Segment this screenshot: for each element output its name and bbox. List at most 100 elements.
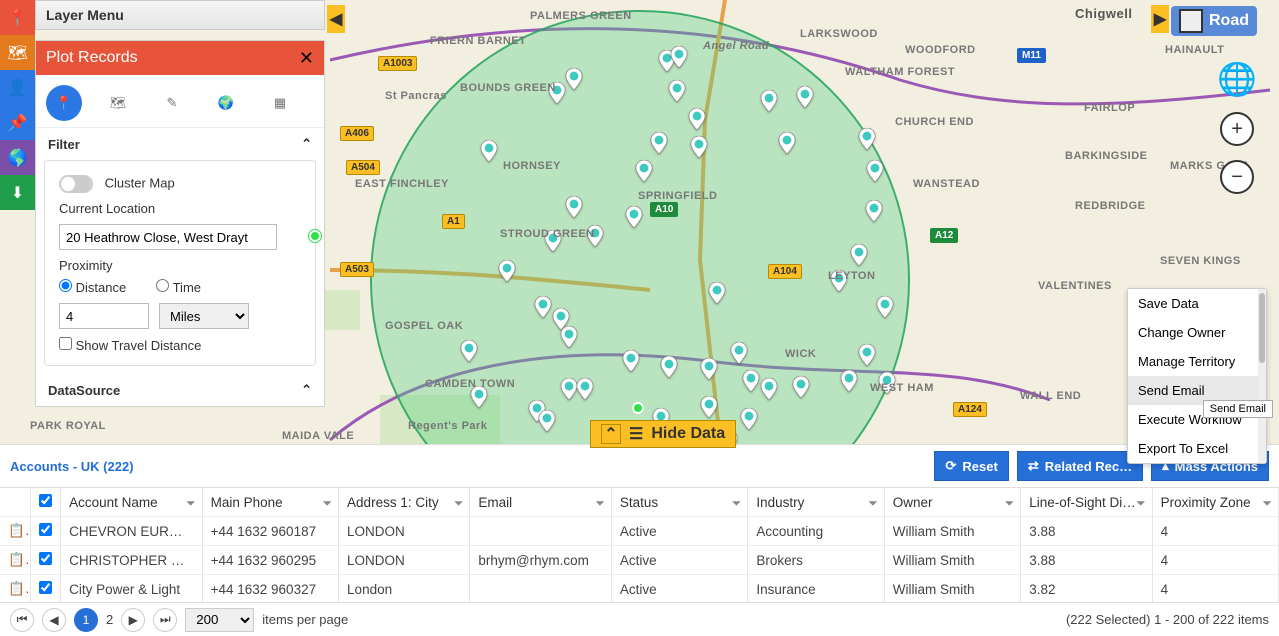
map-pin[interactable] bbox=[565, 68, 583, 90]
distance-value-input[interactable] bbox=[59, 303, 149, 329]
pager-page-2[interactable]: 2 bbox=[106, 612, 113, 627]
panel-collapse-left-icon[interactable]: ◀ bbox=[327, 5, 345, 33]
map-pin[interactable] bbox=[635, 160, 653, 182]
menu-manage-territory[interactable]: Manage Territory bbox=[1128, 347, 1266, 376]
map-pin[interactable] bbox=[622, 350, 640, 372]
menu-scrollbar[interactable] bbox=[1258, 289, 1266, 463]
map-pin[interactable] bbox=[760, 378, 778, 400]
col-city[interactable]: Address 1: City⏷ bbox=[339, 488, 470, 517]
zoom-in-button[interactable]: + bbox=[1220, 112, 1254, 146]
related-records-button[interactable]: ⇄Related Rec… bbox=[1017, 451, 1143, 481]
map-pin[interactable] bbox=[625, 206, 643, 228]
col-status[interactable]: Status⏷ bbox=[611, 488, 747, 517]
tab-grid-icon[interactable]: ▦ bbox=[262, 85, 298, 121]
panel-collapse-right-icon[interactable]: ▶ bbox=[1151, 5, 1169, 33]
menu-change-owner[interactable]: Change Owner bbox=[1128, 318, 1266, 347]
map-pin[interactable] bbox=[740, 408, 758, 430]
table-row[interactable]: 📋City Power & Light+44 1632 960327London… bbox=[0, 575, 1279, 603]
map-pin[interactable] bbox=[660, 356, 678, 378]
map-pin[interactable] bbox=[480, 140, 498, 162]
cluster-toggle[interactable] bbox=[59, 175, 93, 193]
filter-icon[interactable]: ⏷ bbox=[1005, 496, 1015, 511]
tab-pin-icon[interactable]: 📍 bbox=[46, 85, 82, 121]
filter-section-header[interactable]: Filter ⌃ bbox=[36, 128, 324, 160]
filter-icon[interactable]: ⏷ bbox=[1262, 496, 1272, 511]
map-pin[interactable] bbox=[498, 260, 516, 282]
map-pin[interactable] bbox=[650, 132, 668, 154]
col-zone[interactable]: Proximity Zone⏷ bbox=[1152, 488, 1278, 517]
filter-icon[interactable]: ⏷ bbox=[595, 496, 605, 511]
map-pin[interactable] bbox=[858, 128, 876, 150]
pager-first-button[interactable]: ⏮ bbox=[10, 608, 34, 632]
map-pin[interactable] bbox=[560, 326, 578, 348]
datasource-title[interactable]: Accounts - UK (222) bbox=[10, 459, 134, 474]
col-owner[interactable]: Owner⏷ bbox=[884, 488, 1020, 517]
map-pin[interactable] bbox=[690, 136, 708, 158]
pager-next-button[interactable]: ▶ bbox=[121, 608, 145, 632]
pager-page-1[interactable]: 1 bbox=[74, 608, 98, 632]
filter-icon[interactable]: ⏷ bbox=[868, 496, 878, 511]
close-icon[interactable]: ✕ bbox=[299, 48, 314, 69]
map-pin[interactable] bbox=[708, 282, 726, 304]
current-location-input[interactable] bbox=[59, 224, 277, 250]
globe-refresh-icon[interactable]: 🌐 bbox=[1217, 60, 1257, 98]
show-travel-checkbox[interactable]: Show Travel Distance bbox=[59, 338, 201, 353]
hide-data-button[interactable]: ⌃ ☰ Hide Data bbox=[590, 420, 736, 448]
filter-icon[interactable]: ⏷ bbox=[186, 496, 196, 511]
rail-plot-icon[interactable]: 📍 bbox=[0, 0, 35, 35]
map-pin[interactable] bbox=[730, 342, 748, 364]
rail-download-icon[interactable]: ⬇ bbox=[0, 175, 35, 210]
distance-radio[interactable]: Distance bbox=[59, 279, 126, 295]
map-pin[interactable] bbox=[670, 46, 688, 68]
col-industry[interactable]: Industry⏷ bbox=[748, 488, 884, 517]
row-checkbox[interactable] bbox=[30, 546, 60, 575]
map-pin[interactable] bbox=[460, 340, 478, 362]
filter-icon[interactable]: ⏷ bbox=[454, 496, 464, 511]
tab-draw-icon[interactable]: ✎ bbox=[154, 85, 190, 121]
map-pin[interactable] bbox=[840, 370, 858, 392]
header-select-all[interactable] bbox=[30, 488, 60, 517]
menu-save-data[interactable]: Save Data bbox=[1128, 289, 1266, 318]
datasource-section-header[interactable]: DataSource ⌃ bbox=[36, 374, 324, 406]
menu-export-excel[interactable]: Export To Excel bbox=[1128, 434, 1266, 463]
map-pin[interactable] bbox=[538, 410, 556, 432]
filter-icon[interactable]: ⏷ bbox=[322, 496, 332, 511]
distance-unit-select[interactable]: Miles bbox=[159, 303, 249, 329]
pager-prev-button[interactable]: ◀ bbox=[42, 608, 66, 632]
rail-route-icon[interactable]: 👤 bbox=[0, 70, 35, 105]
map-pin[interactable] bbox=[700, 358, 718, 380]
map-pin[interactable] bbox=[576, 378, 594, 400]
time-radio[interactable]: Time bbox=[156, 279, 201, 295]
layer-menu-header[interactable]: Layer Menu bbox=[35, 0, 325, 30]
map-pin[interactable] bbox=[792, 376, 810, 398]
map-pin[interactable] bbox=[534, 296, 552, 318]
tab-region-icon[interactable]: 🌍 bbox=[208, 85, 244, 121]
col-account-name[interactable]: Account Name⏷ bbox=[61, 488, 202, 517]
map-pin[interactable] bbox=[778, 132, 796, 154]
filter-icon[interactable]: ⏷ bbox=[732, 496, 742, 511]
col-email[interactable]: Email⏷ bbox=[470, 488, 611, 517]
map-pin[interactable] bbox=[760, 90, 778, 112]
map-pin[interactable] bbox=[742, 370, 760, 392]
rail-locate-icon[interactable]: 📌 bbox=[0, 105, 35, 140]
map-pin[interactable] bbox=[700, 396, 718, 418]
map-pin[interactable] bbox=[865, 200, 883, 222]
page-size-select[interactable]: 200 bbox=[185, 608, 254, 632]
map-pin[interactable] bbox=[668, 80, 686, 102]
table-row[interactable]: 📋CHEVRON EUR…+44 1632 960187LONDONActive… bbox=[0, 517, 1279, 546]
rail-territory-icon[interactable]: 🌎 bbox=[0, 140, 35, 175]
tab-map-icon[interactable]: 🗺 bbox=[100, 85, 136, 121]
col-los[interactable]: Line-of-Sight Di…⏷ bbox=[1021, 488, 1152, 517]
map-pin[interactable] bbox=[796, 86, 814, 108]
map-pin[interactable] bbox=[688, 108, 706, 130]
row-checkbox[interactable] bbox=[30, 517, 60, 546]
map-pin[interactable] bbox=[876, 296, 894, 318]
basemap-selector[interactable]: Road bbox=[1171, 6, 1257, 36]
zoom-out-button[interactable]: − bbox=[1220, 160, 1254, 194]
row-checkbox[interactable] bbox=[30, 575, 60, 603]
col-main-phone[interactable]: Main Phone⏷ bbox=[202, 488, 338, 517]
table-row[interactable]: 📋CHRISTOPHER …+44 1632 960295LONDONbrhym… bbox=[0, 546, 1279, 575]
pager-last-button[interactable]: ⏭ bbox=[153, 608, 177, 632]
rail-layers-icon[interactable]: 🗺 bbox=[0, 35, 35, 70]
map-pin[interactable] bbox=[850, 244, 868, 266]
